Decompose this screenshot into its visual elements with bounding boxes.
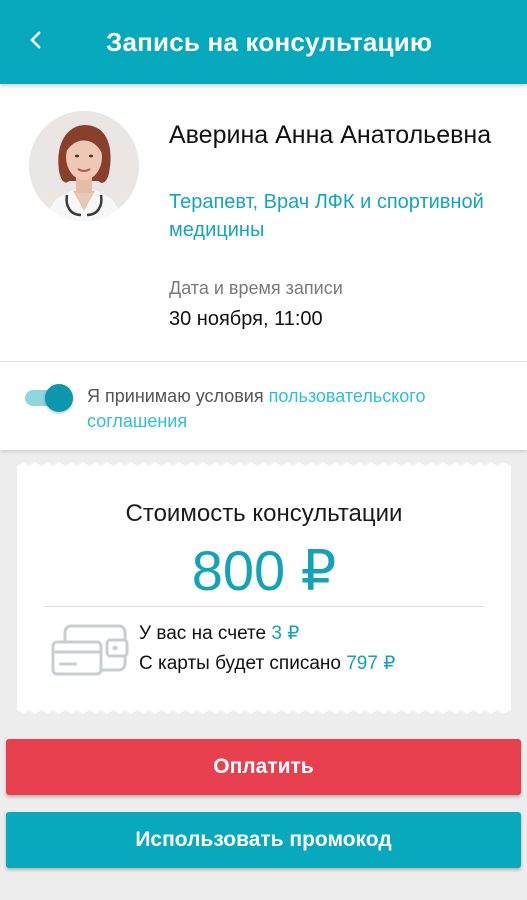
- divider: [44, 606, 484, 607]
- charge-value: 797 ₽: [346, 653, 396, 674]
- doctor-specialty: Терапевт, Врач ЛФК и спортивной медицины: [169, 191, 484, 241]
- balance-value: 3 ₽: [271, 623, 300, 644]
- appointment-date-value: 30 ноября, 11:00: [169, 308, 323, 330]
- account-balance: У вас на счете 3 ₽: [139, 622, 299, 645]
- agreement-label: Я принимаю условия: [87, 386, 269, 406]
- agreement-text: Я принимаю условия пользовательского сог…: [87, 384, 507, 434]
- doctor-card: Аверина Анна Анатольевна Терапевт, Врач …: [0, 84, 527, 362]
- chevron-left-icon: [30, 31, 41, 49]
- doctor-name: Аверина Анна Анатольевна: [169, 121, 492, 149]
- doctor-avatar: [29, 111, 139, 221]
- appointment-date-label: Дата и время записи: [169, 278, 343, 298]
- wallet-icon: [51, 624, 129, 676]
- charge-label: С карты будет списано: [139, 653, 347, 674]
- card-charge: С карты будет списано 797 ₽: [139, 652, 395, 675]
- cost-amount: 800 ₽: [191, 539, 337, 602]
- use-promo-code-button[interactable]: Использовать промокод: [6, 812, 521, 868]
- pay-button[interactable]: Оплатить: [6, 739, 521, 795]
- agreement-toggle[interactable]: [25, 382, 73, 412]
- cost-title: Стоимость консультации: [125, 500, 403, 527]
- receipt-top-edge: [17, 462, 511, 470]
- page-title: Запись на консультацию: [106, 27, 433, 57]
- receipt-bottom-edge: [17, 706, 511, 714]
- toggle-thumb: [45, 384, 73, 412]
- cost-card: Стоимость консультации 800 ₽ У вас на сч…: [17, 470, 511, 706]
- agreement-row: Я принимаю условия пользовательского сог…: [0, 362, 527, 450]
- doctor-photo: [29, 111, 139, 221]
- app-bar: Запись на консультацию: [0, 0, 527, 84]
- balance-label: У вас на счете: [139, 623, 272, 644]
- back-button[interactable]: [18, 22, 54, 58]
